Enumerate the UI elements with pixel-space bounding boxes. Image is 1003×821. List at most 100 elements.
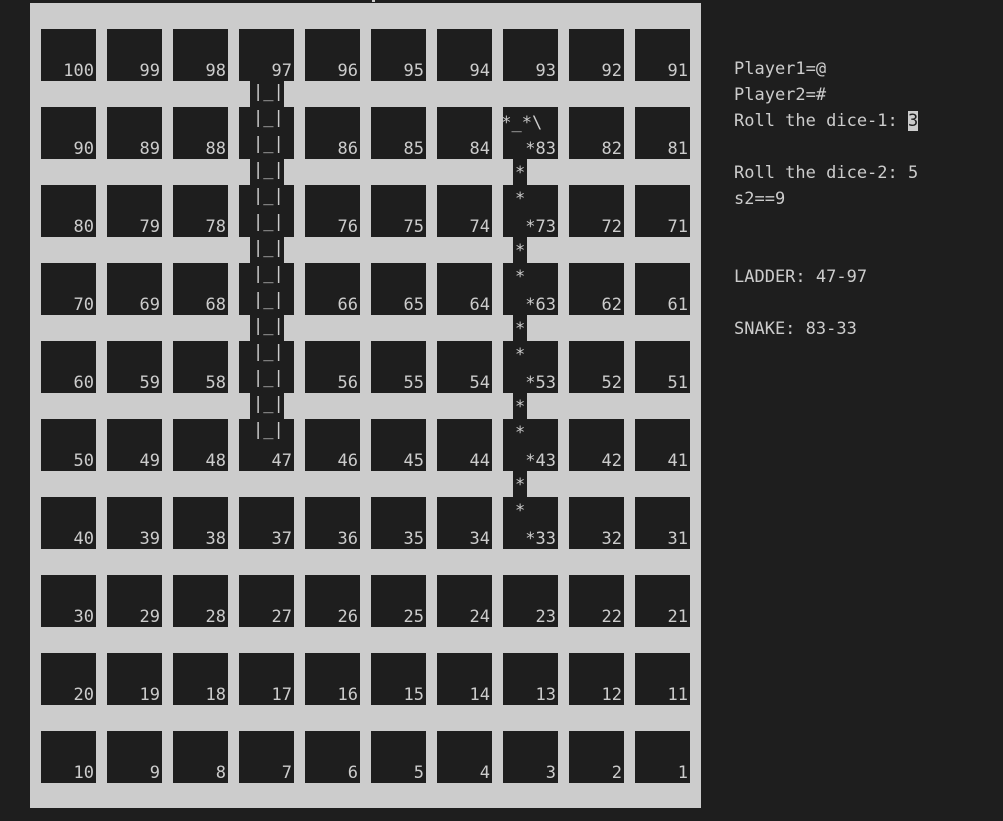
cell-number: 7 <box>281 763 292 783</box>
board-cell: 2 <box>569 731 624 783</box>
board-cell: 16 <box>305 653 360 705</box>
cell-number: 82 <box>601 139 622 159</box>
cell-number: *63 <box>525 295 556 315</box>
board-cell: 85 <box>371 107 426 159</box>
cell-number: 64 <box>469 295 490 315</box>
cell-number: 60 <box>73 373 94 393</box>
cell-number: 39 <box>139 529 160 549</box>
board-cell: 56 <box>305 341 360 393</box>
board-cell: 17 <box>239 653 294 705</box>
cell-number: *83 <box>525 139 556 159</box>
cell-number: 25 <box>403 607 424 627</box>
board-cell: *63 <box>503 263 558 315</box>
cell-number: 90 <box>73 139 94 159</box>
snake-body: * <box>515 475 526 495</box>
cell-number: 10 <box>73 763 94 783</box>
cell-number: 69 <box>139 295 160 315</box>
board-cell: 38 <box>173 497 228 549</box>
cell-number: 84 <box>469 139 490 159</box>
cell-number: 70 <box>73 295 94 315</box>
cell-number: 18 <box>205 685 226 705</box>
ladder-info: LADDER: 47-97 <box>734 267 868 287</box>
ladder-rung: |_| <box>253 368 284 388</box>
board-cell: 51 <box>635 341 690 393</box>
board-cell: 6 <box>305 731 360 783</box>
player2-label: Player2=# <box>734 85 827 105</box>
board-cell: 58 <box>173 341 228 393</box>
dice2-line: Roll the dice-2: 5 <box>734 163 919 183</box>
cell-number: *33 <box>525 529 556 549</box>
board-cell: 29 <box>107 575 162 627</box>
cell-number: 27 <box>271 607 292 627</box>
ladder-rung: |_| <box>253 342 284 362</box>
cell-number: 21 <box>667 607 688 627</box>
board-cell: 13 <box>503 653 558 705</box>
board-cell: 80 <box>41 185 96 237</box>
board-cell: 72 <box>569 185 624 237</box>
cell-number: 99 <box>139 61 160 81</box>
cell-number: 41 <box>667 451 688 471</box>
board-cell: 84 <box>437 107 492 159</box>
cell-number: 2 <box>611 763 622 783</box>
board-cell: 25 <box>371 575 426 627</box>
cell-number: 74 <box>469 217 490 237</box>
cell-number: *73 <box>525 217 556 237</box>
dice1-label: Roll the dice-1: <box>734 111 908 131</box>
board-cell: 82 <box>569 107 624 159</box>
board-cell: 14 <box>437 653 492 705</box>
board-cell: 55 <box>371 341 426 393</box>
cell-number: 44 <box>469 451 490 471</box>
board-cell: 9 <box>107 731 162 783</box>
cell-number: 76 <box>337 217 358 237</box>
cell-number: 93 <box>535 61 556 81</box>
cell-number: 85 <box>403 139 424 159</box>
ladder-rung: |_| <box>253 186 284 206</box>
ladder-rung: |_| <box>253 316 284 336</box>
cell-number: 89 <box>139 139 160 159</box>
cell-number: 51 <box>667 373 688 393</box>
board-cell: 99 <box>107 29 162 81</box>
cell-number: 95 <box>403 61 424 81</box>
board-cell: 23 <box>503 575 558 627</box>
cell-number: 12 <box>601 685 622 705</box>
cell-number: 79 <box>139 217 160 237</box>
cell-number: 20 <box>73 685 94 705</box>
board-cell: 94 <box>437 29 492 81</box>
board-cell: 36 <box>305 497 360 549</box>
cell-number: 49 <box>139 451 160 471</box>
snake-body: * <box>515 241 526 261</box>
board-cell: 68 <box>173 263 228 315</box>
cell-number: 5 <box>413 763 424 783</box>
board-cell: 41 <box>635 419 690 471</box>
cell-number: 15 <box>403 685 424 705</box>
cell-number: 46 <box>337 451 358 471</box>
board-cell: 48 <box>173 419 228 471</box>
snake-body: * <box>515 397 526 417</box>
cell-number: 75 <box>403 217 424 237</box>
board-cell: 19 <box>107 653 162 705</box>
board-cell: 100 <box>41 29 96 81</box>
cell-number: 55 <box>403 373 424 393</box>
board-cell: 79 <box>107 185 162 237</box>
board-cell: 18 <box>173 653 228 705</box>
board-cell: 20 <box>41 653 96 705</box>
cell-number: 56 <box>337 373 358 393</box>
board-cell: 86 <box>305 107 360 159</box>
board-cell: 30 <box>41 575 96 627</box>
board-cell: 62 <box>569 263 624 315</box>
dice1-input[interactable]: 3 <box>908 111 919 131</box>
board-cell: 70 <box>41 263 96 315</box>
cell-number: 59 <box>139 373 160 393</box>
cell-number: *53 <box>525 373 556 393</box>
ladder-rung: |_| <box>253 420 284 440</box>
cell-number: 78 <box>205 217 226 237</box>
board-cell: 35 <box>371 497 426 549</box>
snake-body: * <box>515 189 526 209</box>
board-cell: 24 <box>437 575 492 627</box>
cell-number: 6 <box>347 763 358 783</box>
ladder-rung: |_| <box>253 160 284 180</box>
cell-number: 100 <box>63 61 94 81</box>
cell-number: *43 <box>525 451 556 471</box>
cell-number: 32 <box>601 529 622 549</box>
cell-number: 47 <box>271 451 292 471</box>
